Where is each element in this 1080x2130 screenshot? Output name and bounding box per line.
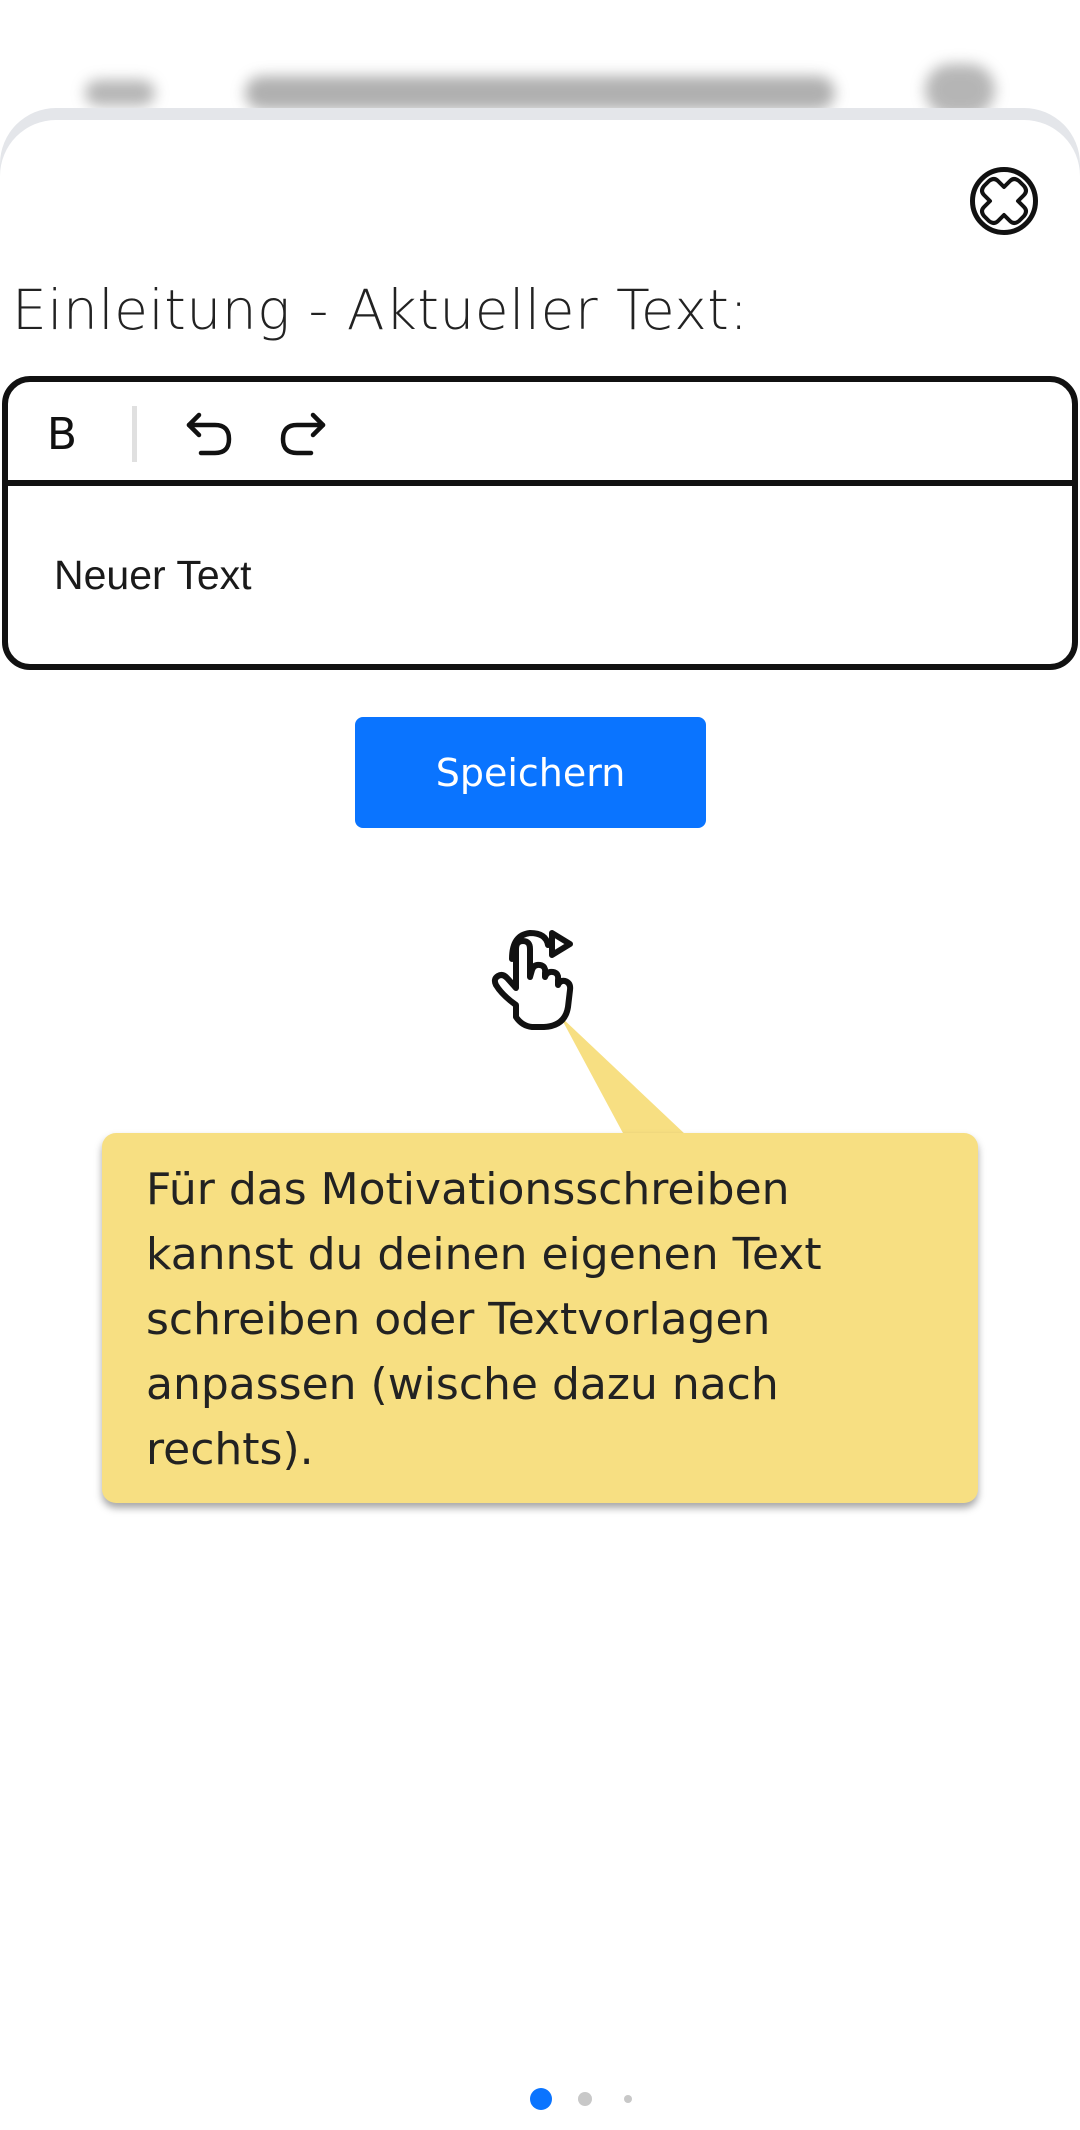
swipe-right-hand-icon bbox=[486, 925, 598, 1037]
blurred-header-title bbox=[245, 76, 835, 110]
section-title: Einleitung - Aktueller Text: bbox=[12, 278, 749, 342]
back-icon bbox=[85, 80, 155, 106]
save-button[interactable]: Speichern bbox=[355, 717, 706, 828]
tooltip-text: Für das Motivationsschreiben kannst du d… bbox=[146, 1164, 822, 1475]
toolbar-divider bbox=[132, 406, 137, 462]
page-dot[interactable] bbox=[624, 2095, 632, 2103]
page-dot[interactable] bbox=[578, 2092, 592, 2106]
redo-button[interactable] bbox=[270, 402, 334, 466]
redo-icon bbox=[280, 412, 326, 456]
onboarding-tooltip: Für das Motivationsschreiben kannst du d… bbox=[102, 1133, 978, 1503]
editor-toolbar: B bbox=[8, 382, 1072, 486]
rich-text-editor: B Neuer Text bbox=[2, 376, 1078, 670]
undo-button[interactable] bbox=[178, 402, 242, 466]
close-button[interactable] bbox=[970, 167, 1038, 235]
screen: Einleitung - Aktueller Text: B Neuer Tex… bbox=[0, 0, 1080, 2130]
close-icon bbox=[980, 177, 1028, 225]
editor-text-area[interactable]: Neuer Text bbox=[8, 486, 1072, 664]
undo-icon bbox=[186, 412, 232, 456]
bold-button[interactable]: B bbox=[30, 402, 94, 466]
page-dot-active[interactable] bbox=[530, 2088, 552, 2110]
pagination-dots bbox=[0, 2085, 1080, 2115]
